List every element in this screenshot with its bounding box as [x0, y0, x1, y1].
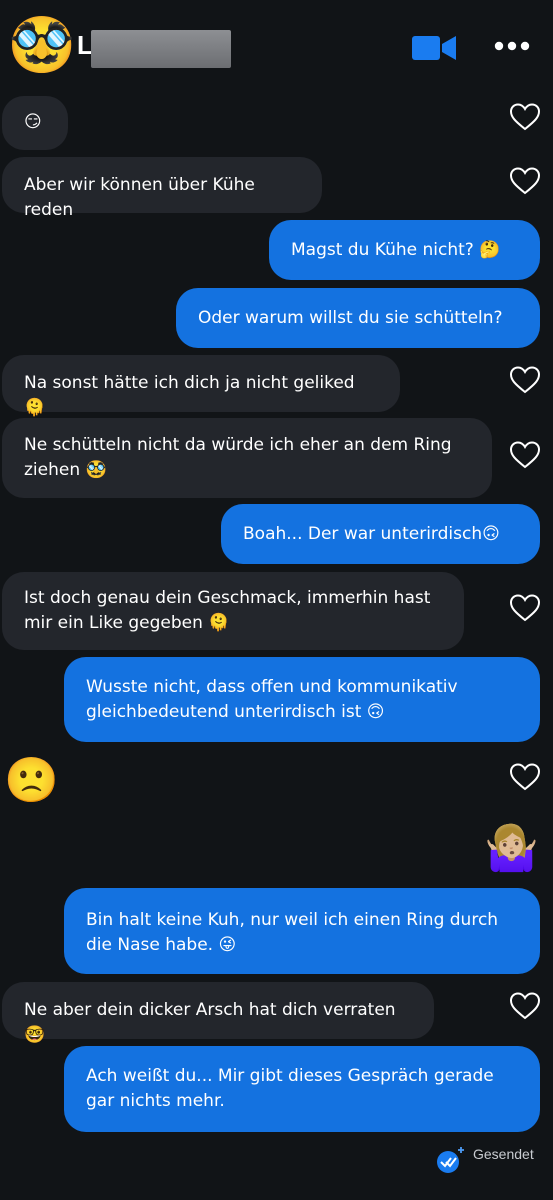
message-incoming[interactable]: Aber wir können über Kühe reden — [2, 157, 322, 220]
message-text: Aber wir können über Kühe reden — [24, 175, 255, 220]
message-outgoing[interactable]: Wusste nicht, dass offen und kommunikati… — [64, 657, 540, 742]
status-label: Gesendet — [473, 1146, 534, 1162]
video-call-icon[interactable] — [411, 34, 457, 62]
message-text: 😏 — [24, 112, 42, 132]
message-incoming[interactable]: Ne schütteln nicht da würde ich eher an … — [2, 418, 492, 498]
like-heart-icon[interactable] — [509, 991, 541, 1021]
message-outgoing[interactable]: Ach weißt du... Mir gibt dieses Gespräch… — [64, 1046, 540, 1132]
message-text: Oder warum willst du sie schütteln? — [198, 308, 503, 328]
double-check-icon — [437, 1147, 464, 1173]
like-heart-icon[interactable] — [509, 593, 541, 623]
message-outgoing[interactable]: Magst du Kühe nicht? 🤔 — [269, 220, 540, 280]
message-text: Wusste nicht, dass offen und kommunikati… — [86, 677, 458, 722]
message-text: Bin halt keine Kuh, nur weil ich einen R… — [86, 910, 499, 955]
like-heart-icon[interactable] — [509, 440, 541, 470]
message-text: Ne aber dein dicker Arsch hat dich verra… — [24, 1000, 396, 1045]
message-outgoing-emoji[interactable]: 🤷🏼‍♀️ — [484, 824, 539, 874]
message-text: Na sonst hätte ich dich ja nicht geliked… — [24, 373, 355, 418]
message-text: Boah... Der war unterirdisch🙃 — [243, 524, 500, 544]
message-text: Ach weißt du... Mir gibt dieses Gespräch… — [86, 1066, 494, 1111]
chat-header: 🥸 L — [0, 0, 553, 92]
message-text: Ist doch genau dein Geschmack, immerhin … — [24, 588, 431, 633]
message-outgoing[interactable]: Oder warum willst du sie schütteln? — [176, 288, 540, 348]
redacted-name-block — [91, 30, 231, 68]
like-heart-icon[interactable] — [509, 762, 541, 792]
message-incoming[interactable]: Ne aber dein dicker Arsch hat dich verra… — [2, 982, 434, 1045]
message-outgoing[interactable]: Bin halt keine Kuh, nur weil ich einen R… — [64, 888, 540, 974]
message-text: Magst du Kühe nicht? 🤔 — [291, 240, 501, 260]
message-incoming[interactable]: Ist doch genau dein Geschmack, immerhin … — [2, 572, 464, 650]
like-heart-icon[interactable] — [509, 102, 541, 132]
message-incoming-emoji[interactable]: 🙁 — [4, 756, 59, 806]
message-outgoing[interactable]: Boah... Der war unterirdisch🙃 — [221, 504, 540, 564]
like-heart-icon[interactable] — [509, 166, 541, 196]
delivery-status: Gesendet — [436, 1142, 546, 1176]
like-heart-icon[interactable] — [509, 365, 541, 395]
contact-avatar[interactable]: 🥸 — [8, 14, 75, 76]
message-text: Ne schütteln nicht da würde ich eher an … — [24, 435, 452, 480]
message-incoming[interactable]: Na sonst hätte ich dich ja nicht geliked… — [2, 355, 400, 418]
more-options-icon[interactable] — [492, 36, 532, 56]
message-incoming[interactable]: 😏 — [2, 96, 68, 150]
